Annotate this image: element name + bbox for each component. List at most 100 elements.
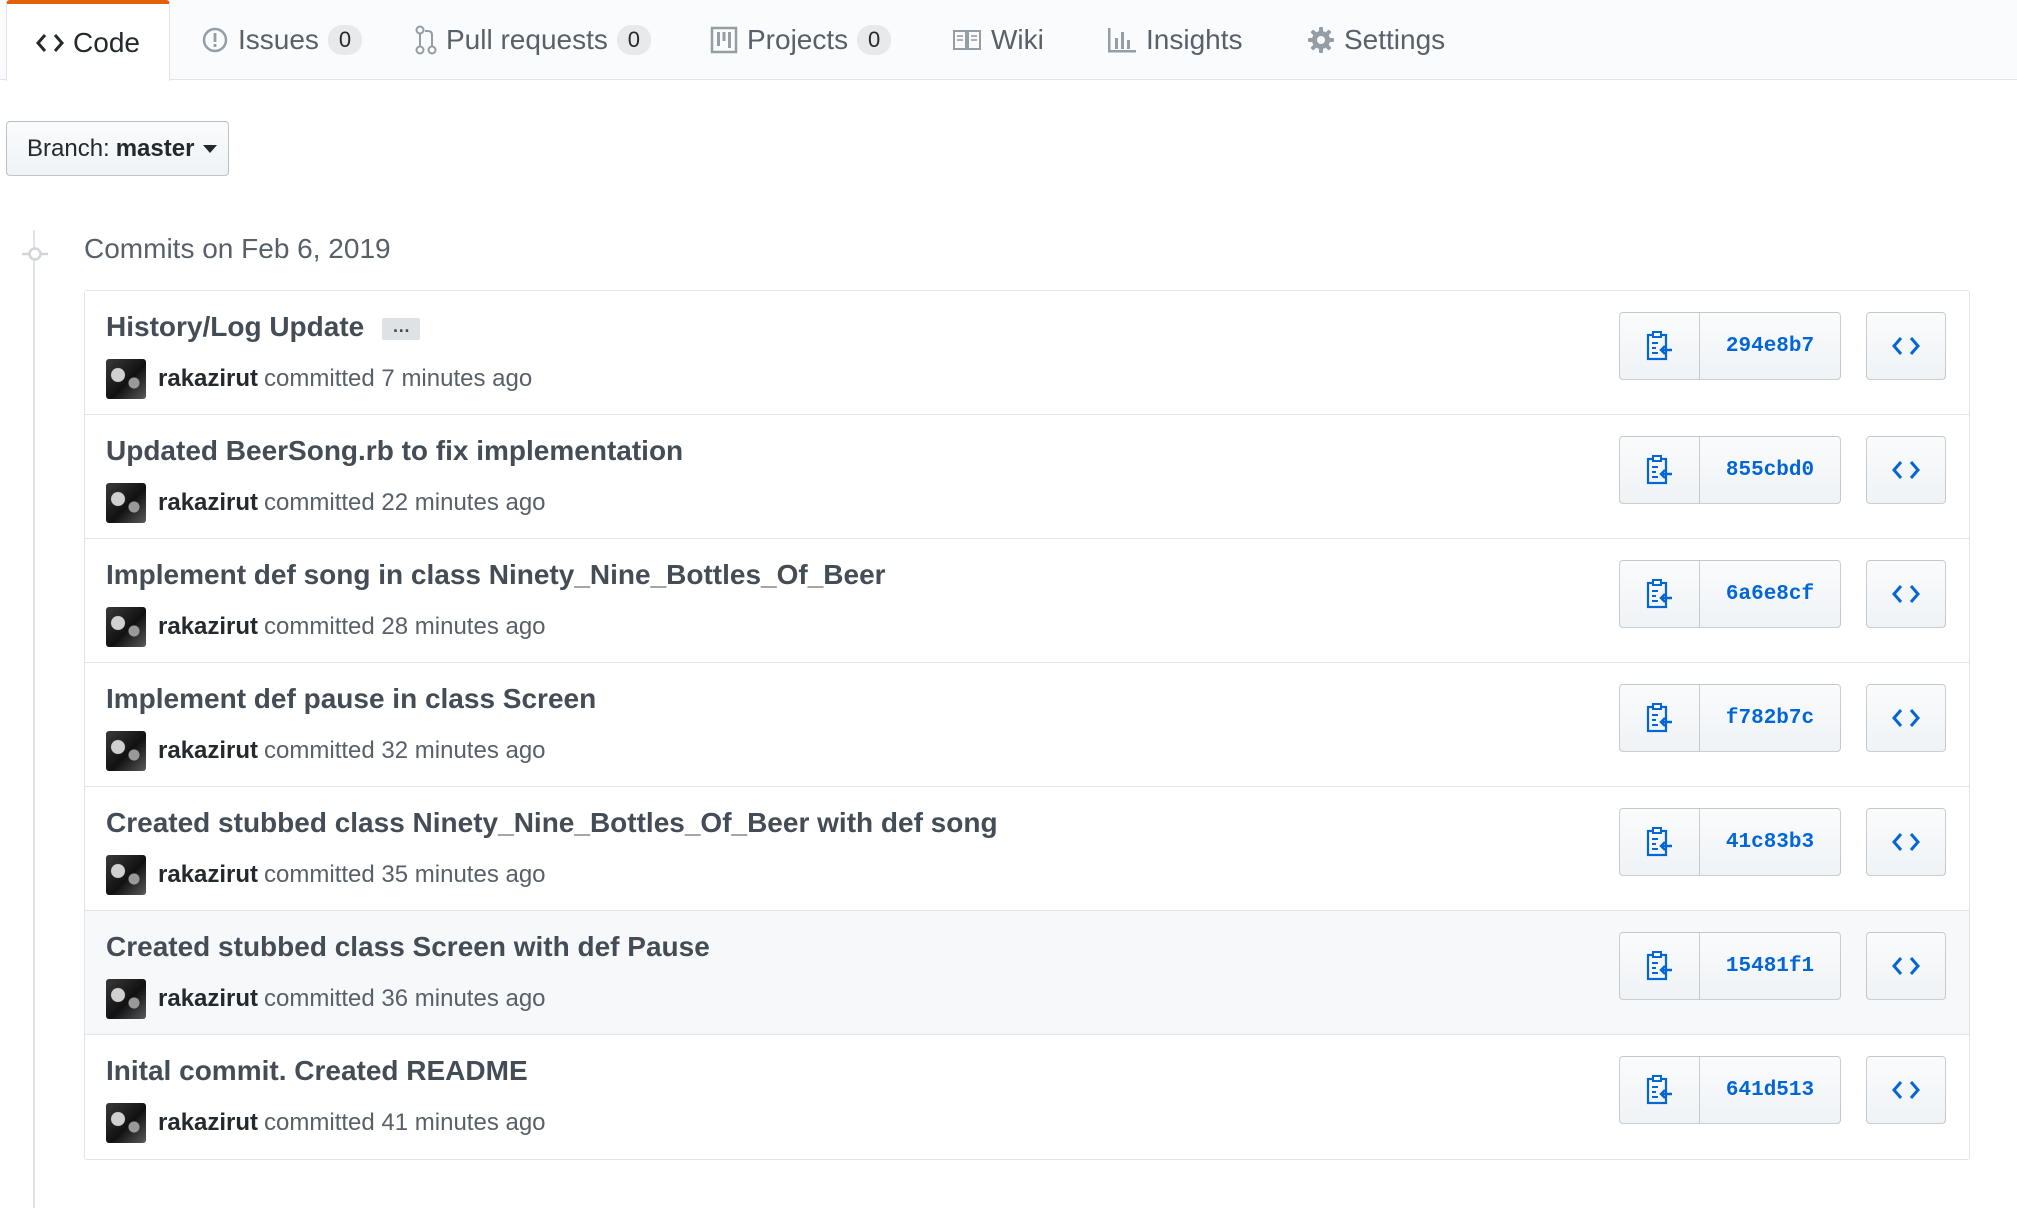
relative-time: 32 minutes ago — [381, 737, 546, 764]
commit-verb: committed — [264, 985, 375, 1012]
copy-sha-button[interactable] — [1620, 561, 1700, 627]
commit-message-link[interactable]: Implement def song in class Ninety_Nine_… — [106, 559, 886, 591]
commit-verb: committed — [264, 1109, 375, 1136]
author-avatar[interactable] — [106, 855, 146, 895]
relative-time: 22 minutes ago — [381, 489, 546, 516]
issues-counter: 0 — [327, 25, 362, 55]
author-avatar[interactable] — [106, 359, 146, 399]
commit-sha-link[interactable]: 15481f1 — [1700, 933, 1840, 999]
author-link[interactable]: rakazirut — [158, 985, 258, 1013]
tab-settings[interactable]: Settings — [1307, 0, 1445, 80]
code-icon — [1892, 585, 1920, 603]
commit-verb: committed — [264, 613, 375, 640]
commit-verb: committed — [264, 365, 375, 392]
git-commit-icon — [22, 247, 48, 261]
tab-issues[interactable]: Issues 0 — [201, 0, 362, 80]
author-link[interactable]: rakazirut — [158, 1109, 258, 1137]
commit-message-link[interactable]: Created stubbed class Ninety_Nine_Bottle… — [106, 807, 998, 839]
clippy-icon — [1646, 951, 1672, 981]
commit-message-link[interactable]: Inital commit. Created README — [106, 1055, 528, 1087]
relative-time: 7 minutes ago — [381, 365, 533, 392]
browse-files-button[interactable] — [1866, 932, 1946, 1000]
timeline-line — [33, 230, 35, 1208]
commit-list: History/Log Update… rakazirut committed … — [84, 290, 1970, 1160]
copy-sha-button[interactable] — [1620, 437, 1700, 503]
commit-message-link[interactable]: Updated BeerSong.rb to fix implementatio… — [106, 435, 683, 467]
browse-files-button[interactable] — [1866, 1056, 1946, 1124]
book-icon — [952, 28, 982, 52]
tab-projects[interactable]: Projects 0 — [710, 0, 892, 80]
git-pull-request-icon — [415, 25, 437, 55]
branch-prefix: Branch: — [27, 134, 110, 162]
clippy-icon — [1646, 331, 1672, 361]
copy-sha-button[interactable] — [1620, 685, 1700, 751]
author-link[interactable]: rakazirut — [158, 489, 258, 517]
browse-files-button[interactable] — [1866, 684, 1946, 752]
commit-sha-link[interactable]: 6a6e8cf — [1700, 561, 1840, 627]
issue-opened-icon — [201, 26, 229, 54]
branch-selector-button[interactable]: Branch: master — [6, 121, 229, 176]
commit-row: Implement def pause in class Screen raka… — [85, 663, 1969, 787]
commit-sha-link[interactable]: 641d513 — [1700, 1057, 1840, 1123]
commit-sha-link[interactable]: 855cbd0 — [1700, 437, 1840, 503]
expand-message-button[interactable]: … — [382, 317, 421, 340]
sha-button-group: 41c83b3 — [1619, 808, 1841, 876]
commit-message-link[interactable]: Created stubbed class Screen with def Pa… — [106, 931, 710, 963]
caret-down-icon — [203, 144, 218, 153]
code-icon — [1892, 1081, 1920, 1099]
commit-verb: committed — [264, 489, 375, 516]
code-icon — [36, 32, 65, 54]
sha-button-group: 641d513 — [1619, 1056, 1841, 1124]
relative-time: 28 minutes ago — [381, 613, 546, 640]
tab-code[interactable]: Code — [6, 0, 170, 81]
commit-message-link[interactable]: History/Log Update — [106, 311, 364, 342]
copy-sha-button[interactable] — [1620, 809, 1700, 875]
copy-sha-button[interactable] — [1620, 313, 1700, 379]
author-link[interactable]: rakazirut — [158, 365, 258, 393]
commit-verb: committed — [264, 861, 375, 888]
repo-nav: Code Issues 0 Pull requests 0 Projects 0… — [0, 0, 2017, 81]
tab-label: Pull requests — [446, 24, 608, 55]
commit-sha-link[interactable]: 41c83b3 — [1700, 809, 1840, 875]
copy-sha-button[interactable] — [1620, 1057, 1700, 1123]
author-avatar[interactable] — [106, 731, 146, 771]
tab-wiki[interactable]: Wiki — [952, 0, 1044, 80]
tab-insights[interactable]: Insights — [1107, 0, 1243, 80]
browse-files-button[interactable] — [1866, 436, 1946, 504]
clippy-icon — [1646, 579, 1672, 609]
author-avatar[interactable] — [106, 483, 146, 523]
commit-row: Created stubbed class Ninety_Nine_Bottle… — [85, 787, 1969, 911]
projects-counter: 0 — [857, 25, 892, 55]
clippy-icon — [1646, 455, 1672, 485]
tab-label: Code — [73, 26, 140, 58]
author-avatar[interactable] — [106, 607, 146, 647]
sha-button-group: f782b7c — [1619, 684, 1841, 752]
author-link[interactable]: rakazirut — [158, 737, 258, 765]
commit-sha-link[interactable]: f782b7c — [1700, 685, 1840, 751]
code-icon — [1892, 833, 1920, 851]
clippy-icon — [1646, 703, 1672, 733]
commit-group-date: Commits on Feb 6, 2019 — [84, 233, 391, 264]
clippy-icon — [1646, 1075, 1672, 1105]
author-link[interactable]: rakazirut — [158, 613, 258, 641]
author-avatar[interactable] — [106, 1103, 146, 1143]
project-icon — [710, 26, 738, 54]
browse-files-button[interactable] — [1866, 560, 1946, 628]
tab-pull-requests[interactable]: Pull requests 0 — [415, 0, 651, 80]
commit-verb: committed — [264, 737, 375, 764]
copy-sha-button[interactable] — [1620, 933, 1700, 999]
tab-label: Wiki — [991, 24, 1044, 55]
commit-message-link[interactable]: Implement def pause in class Screen — [106, 683, 596, 715]
relative-time: 36 minutes ago — [381, 985, 546, 1012]
graph-icon — [1107, 26, 1137, 54]
branch-name: master — [115, 134, 195, 162]
commit-row: History/Log Update… rakazirut committed … — [85, 291, 1969, 415]
commit-sha-link[interactable]: 294e8b7 — [1700, 313, 1840, 379]
author-avatar[interactable] — [106, 979, 146, 1019]
author-link[interactable]: rakazirut — [158, 861, 258, 889]
browse-files-button[interactable] — [1866, 312, 1946, 380]
browse-files-button[interactable] — [1866, 808, 1946, 876]
commit-row: Updated BeerSong.rb to fix implementatio… — [85, 415, 1969, 539]
tab-label: Insights — [1146, 24, 1243, 55]
commit-row: Inital commit. Created README rakazirut … — [85, 1035, 1969, 1159]
